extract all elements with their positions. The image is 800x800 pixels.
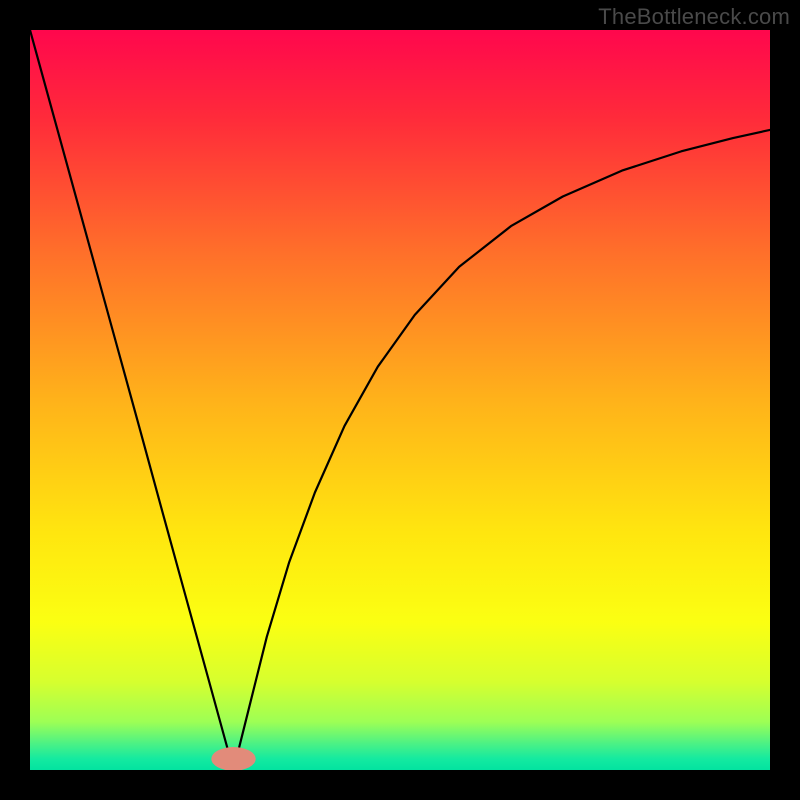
chart-svg [30, 30, 770, 770]
plot-area [30, 30, 770, 770]
chart-frame: TheBottleneck.com [0, 0, 800, 800]
watermark-text: TheBottleneck.com [598, 4, 790, 30]
minimum-marker [211, 747, 255, 770]
gradient-background [30, 30, 770, 770]
